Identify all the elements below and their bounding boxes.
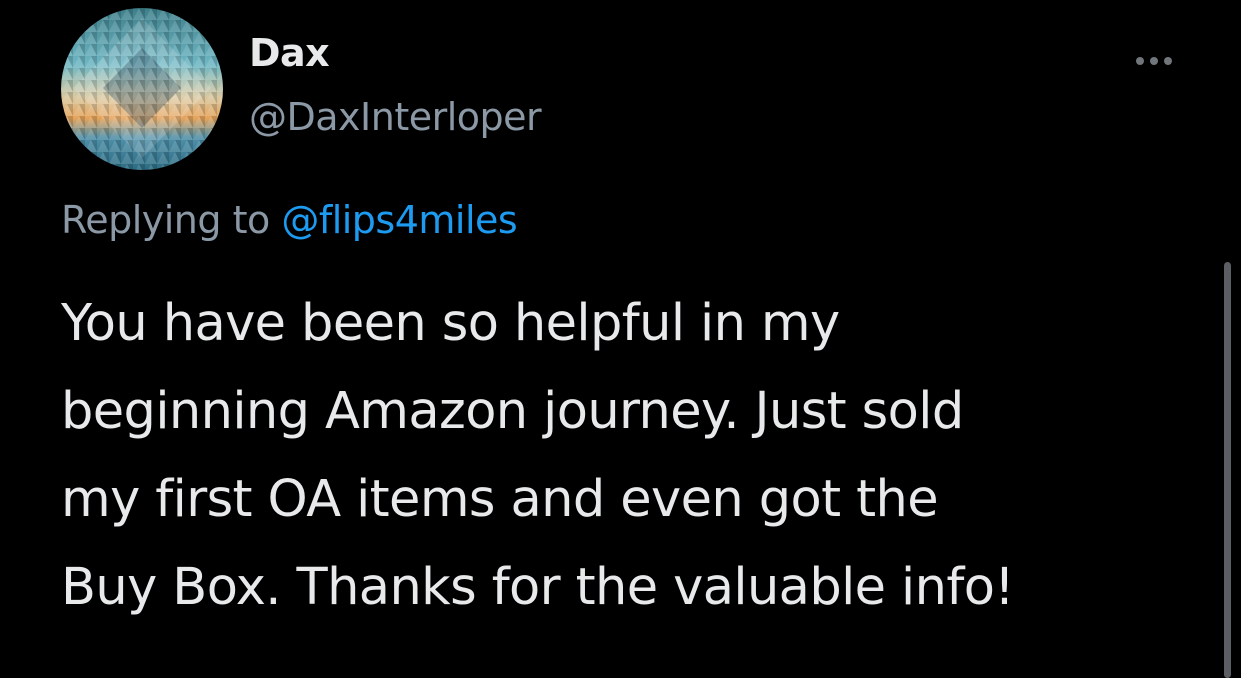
replying-to-label: Replying to — [61, 198, 282, 242]
tweet-text-line: You have been so helpful in my — [61, 294, 840, 353]
tweet-text-line: beginning Amazon journey. Just sold — [61, 382, 964, 441]
tweet-text-line: Buy Box. Thanks for the valuable info! — [61, 558, 1015, 617]
more-horizontal-icon — [1136, 57, 1144, 65]
replying-to: Replying to @flips4miles — [61, 198, 518, 242]
tweet-view: Dax @DaxInterloper Replying to @flips4mi… — [0, 0, 1241, 678]
more-options-button[interactable] — [1128, 46, 1180, 76]
tweet-text-line: my first OA items and even got the — [61, 470, 939, 529]
avatar-image — [61, 8, 223, 170]
more-icon-dot — [1164, 57, 1172, 65]
reply-mention-link[interactable]: @flips4miles — [281, 198, 517, 242]
author-handle[interactable]: @DaxInterloper — [249, 98, 542, 136]
author-display-name[interactable]: Dax — [249, 34, 330, 72]
avatar[interactable] — [61, 8, 223, 170]
scrollbar[interactable] — [1224, 262, 1231, 678]
more-icon-dot — [1150, 57, 1158, 65]
tweet-text: You have been so helpful in my beginning… — [61, 280, 1191, 632]
